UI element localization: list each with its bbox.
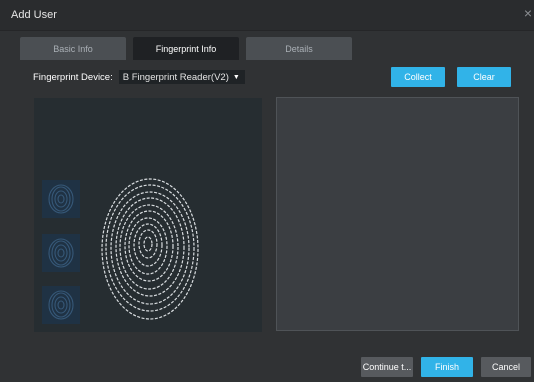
tab-basic-info[interactable]: Basic Info (20, 37, 126, 60)
fingerprint-preview-panel (34, 98, 262, 332)
fingerprint-thumbnail[interactable] (42, 286, 80, 324)
fingerprint-thumbnail[interactable] (42, 234, 80, 272)
dialog-title: Add User (11, 9, 57, 21)
fingerprint-icon (48, 184, 74, 214)
cancel-button[interactable]: Cancel (481, 357, 531, 377)
add-user-dialog: Add User × Basic Info Fingerprint Info D… (0, 0, 534, 382)
clear-button[interactable]: Clear (457, 67, 511, 87)
fingerprint-device-row: Fingerprint Device: B Fingerprint Reader… (33, 70, 245, 84)
tab-details[interactable]: Details (246, 37, 352, 60)
fingerprint-device-value: B Fingerprint Reader(V2) (122, 71, 229, 83)
fingerprint-device-select[interactable]: B Fingerprint Reader(V2) ▼ (118, 70, 245, 84)
fingerprint-icon (48, 290, 74, 320)
finish-button[interactable]: Finish (421, 357, 473, 377)
fingerprint-result-panel (276, 97, 519, 331)
fingerprint-image (101, 178, 199, 320)
caret-down-icon: ▼ (232, 73, 240, 81)
collect-button[interactable]: Collect (391, 67, 445, 87)
fingerprint-thumbnail[interactable] (42, 180, 80, 218)
title-bar: Add User × (0, 0, 534, 31)
close-icon[interactable]: × (524, 6, 532, 20)
tab-fingerprint-info[interactable]: Fingerprint Info (133, 37, 239, 60)
fingerprint-icon (48, 238, 74, 268)
continue-button[interactable]: Continue t... (361, 357, 413, 377)
fingerprint-device-label: Fingerprint Device: (33, 71, 113, 83)
